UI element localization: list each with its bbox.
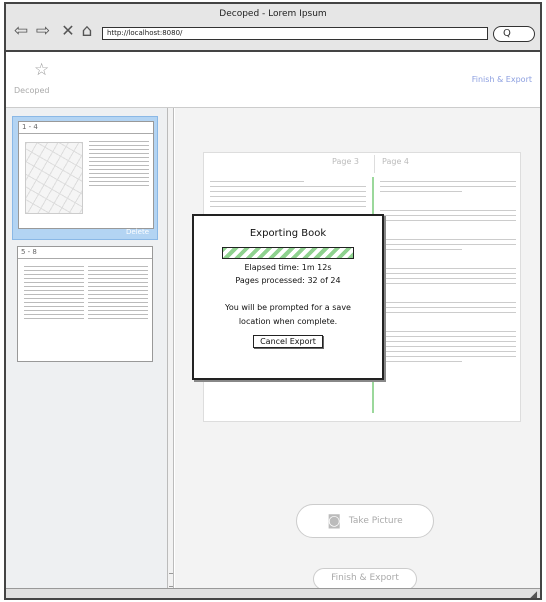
thumbnail-card[interactable]: 5 - 8	[17, 246, 153, 362]
save-note-line2: location when complete.	[238, 317, 338, 326]
title-bar: Decoped - Lorem Ipsum ⇦ ⇨ ✕ ⌂ http://loc…	[6, 4, 540, 52]
app-header: ☆ Decoped Finish & Export	[6, 52, 540, 108]
sidebar-scrollbar[interactable]	[168, 108, 174, 588]
save-note-line1: You will be prompted for a save	[225, 303, 351, 312]
export-progress-bar	[222, 247, 354, 259]
page-label-left: Page 3	[332, 157, 359, 166]
window-title: Decoped - Lorem Ipsum	[219, 9, 327, 19]
back-arrow-icon[interactable]: ⇦	[12, 22, 30, 40]
thumbnail-text	[24, 263, 84, 355]
camera-icon: ◙	[327, 513, 341, 529]
take-picture-label: Take Picture	[348, 516, 403, 526]
page-label-right: Page 4	[382, 157, 409, 166]
page-text-right	[380, 177, 516, 366]
close-icon[interactable]: ✕	[59, 22, 77, 40]
url-input[interactable]: http://localhost:8080/	[102, 27, 488, 40]
star-logo-icon: ☆	[34, 60, 50, 80]
search-icon: Q	[503, 28, 511, 39]
finish-export-link[interactable]: Finish & Export	[472, 75, 532, 84]
thumbnail-card: 1 - 4	[18, 121, 154, 229]
thumbnail-selected[interactable]: 1 - 4 Delete	[12, 116, 158, 240]
delete-button[interactable]: Delete	[126, 228, 149, 236]
search-field[interactable]: Q	[493, 26, 535, 42]
export-dialog: Exporting Book Elapsed time: 1m 12s Page…	[192, 214, 384, 380]
logo-label: Decoped	[14, 86, 50, 95]
thumbnail-label: 1 - 4	[22, 123, 38, 131]
save-note: You will be prompted for a save location…	[194, 301, 382, 329]
pages-processed: Pages processed: 32 of 24	[235, 276, 341, 285]
finish-export-button[interactable]: Finish & Export	[313, 568, 417, 590]
thumbnail-label: 5 - 8	[21, 248, 37, 256]
elapsed-time: Elapsed time: 1m 12s	[244, 263, 332, 272]
cancel-export-button[interactable]: Cancel Export	[253, 335, 323, 348]
resize-grip-icon[interactable]: ◢	[530, 590, 537, 598]
thumbnail-text	[88, 263, 148, 355]
thumbnail-sidebar: 1 - 4 Delete 5 - 8	[6, 108, 168, 588]
take-picture-button[interactable]: ◙ Take Picture	[296, 504, 434, 538]
dialog-title: Exporting Book	[249, 228, 327, 239]
status-bar: ◢	[6, 588, 540, 598]
forward-arrow-icon[interactable]: ⇨	[34, 22, 52, 40]
map-image	[25, 142, 83, 214]
home-icon[interactable]: ⌂	[78, 22, 96, 40]
thumbnail-text	[89, 138, 149, 222]
